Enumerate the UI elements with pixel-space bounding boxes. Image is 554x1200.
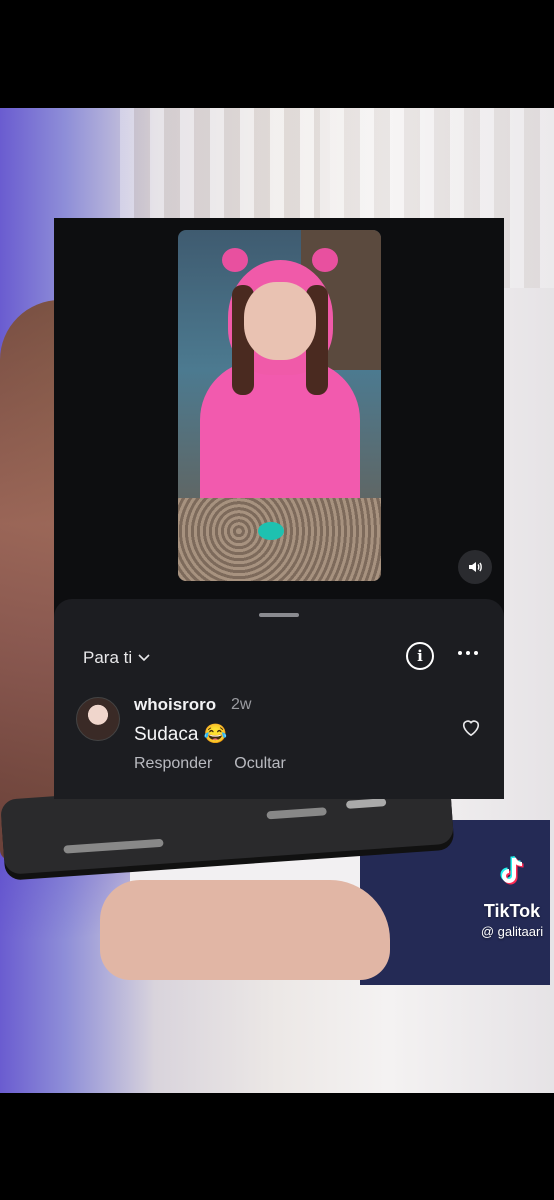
comment-username[interactable]: whoisroro [134, 695, 216, 715]
hood-ear [222, 248, 248, 272]
reply-button[interactable]: Responder [134, 755, 212, 773]
comment-actions: Responder Ocultar [134, 755, 286, 773]
comments-sheet: Para ti i whoisroro 2w Sudaca 😂 Responde… [54, 599, 504, 799]
clay-figure [258, 522, 284, 540]
video-thumbnail[interactable] [178, 230, 381, 581]
tiktok-brand: TikTok [483, 901, 541, 921]
hide-button[interactable]: Ocultar [234, 755, 286, 773]
tiktok-handle: @ galitaari [480, 924, 544, 939]
comment-text: Sudaca 😂 [134, 724, 228, 745]
pink-hoodie [200, 360, 360, 510]
speaker-grille [266, 807, 327, 820]
comment-item: whoisroro 2w Sudaca 😂 Responder Ocultar [76, 695, 486, 785]
feed-selector[interactable]: Para ti [83, 648, 150, 668]
face [244, 282, 316, 360]
comment-time: 2w [231, 696, 252, 713]
hood-ear [312, 248, 338, 272]
speaker-icon[interactable] [458, 550, 492, 584]
heart-icon-glyph [462, 720, 480, 737]
info-icon[interactable]: i [406, 642, 434, 670]
tiktok-watermark: TikTok @ galitaari [470, 852, 554, 939]
speaker-icon-glyph [469, 562, 482, 572]
heart-icon[interactable] [460, 717, 482, 742]
feed-selector-label: Para ti [83, 648, 133, 667]
tiktok-logo-icon [500, 855, 524, 885]
sheet-grabber[interactable] [259, 613, 299, 617]
comment-screenshot-card: Para ti i whoisroro 2w Sudaca 😂 Responde… [54, 218, 504, 799]
hand [100, 880, 390, 980]
chevron-down-icon [138, 654, 150, 662]
avatar[interactable] [76, 697, 120, 741]
tablet-button [345, 798, 387, 809]
speaker-grille [63, 838, 164, 854]
more-icon[interactable] [458, 651, 478, 655]
countertop [178, 498, 381, 581]
